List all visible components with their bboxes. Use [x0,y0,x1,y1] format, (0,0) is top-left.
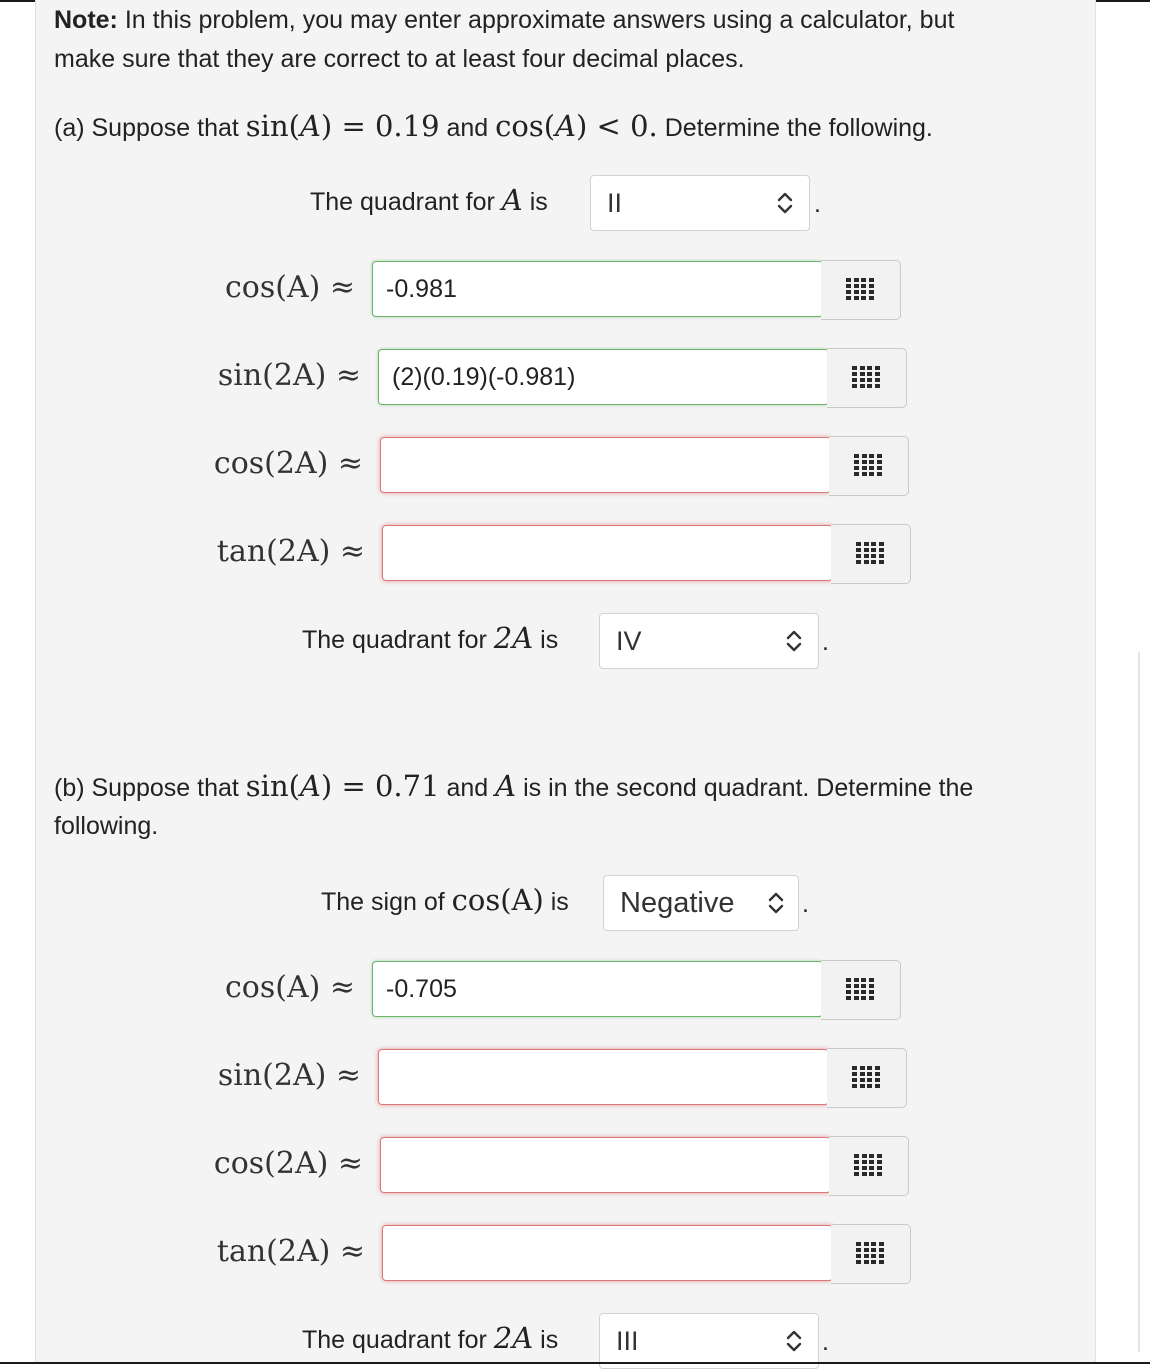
part-a-sin-2a-label: sin(2A) ≈ [217,358,361,393]
note-line-1: Note: In this problem, you may enter app… [54,0,954,40]
select-value: IV [616,626,642,656]
part-a-tan-2a-input[interactable] [382,525,833,581]
part-a-cos-cond: ) < 0. [576,109,658,143]
keypad-grid-icon [846,278,874,301]
period: . [802,890,809,918]
part-b-tan-2a-palette-button[interactable] [831,1224,911,1284]
part-a-sin: sin( [245,109,300,143]
part-a-quadrant-label: The quadrant for A is [310,180,548,222]
part-b-cos-2a-input[interactable] [380,1137,831,1193]
part-b-prompt-line-1: (b) Suppose that sin(A) = 0.71 and A is … [54,766,973,808]
note-text-1: In this problem, you may enter approxima… [124,6,955,34]
part-a-quadrant2-label: The quadrant for 2A is [302,618,558,660]
keypad-grid-icon [856,1242,884,1265]
keypad-grid-icon [846,978,874,1001]
part-b-and: and [446,774,489,802]
quadrant-var: A [501,183,523,217]
part-a-cos: cos( [495,109,556,143]
part-b-sin-2a-input[interactable] [378,1049,829,1105]
is-text: is [540,626,559,654]
part-b-cos-a-label: cos(A) ≈ [224,970,355,1005]
part-b-cos-2a-palette-button[interactable] [829,1136,909,1196]
part-a-cos-2a-palette-button[interactable] [829,436,909,496]
period: . [822,628,829,656]
part-a-cos-2a-label: cos(2A) ≈ [213,446,363,481]
part-b-sin-2a-label: sin(2A) ≈ [217,1058,361,1093]
select-value: III [616,1326,639,1356]
is-text: is [550,888,569,916]
part-a-cos-2a-input[interactable] [380,437,831,493]
part-a-quadrant-select[interactable]: II [590,175,810,231]
keypad-grid-icon [856,542,884,565]
quadrant-var: 2A [493,621,534,655]
select-value: II [607,188,623,218]
part-b-sin-2a-palette-button[interactable] [827,1048,907,1108]
part-a-sin-2a-palette-button[interactable] [827,348,907,408]
part-a-sin-value: ) = 0.19 [320,109,440,143]
part-a-tan-2a-palette-button[interactable] [831,524,911,584]
part-a-sin-2a-input[interactable]: (2)(0.19)(-0.981) [378,349,829,405]
note-label: Note: [54,6,118,34]
part-b-cos-a-palette-button[interactable] [821,960,901,1020]
part-b-sign-select[interactable]: Negative [603,875,799,931]
is-text: is [529,188,548,216]
part-b-prompt-line-2: following. [54,812,159,840]
part-a-var: A [299,109,321,143]
quadrant-label-text: The quadrant for [302,626,487,654]
part-a-cos-a-label: cos(A) ≈ [224,270,355,305]
part-a-quadrant2-select[interactable]: IV [599,613,819,669]
up-down-chevron-icon [786,630,802,652]
part-a-cos-a-input[interactable]: -0.981 [372,261,823,317]
part-a-suffix: Determine the following. [664,114,933,142]
up-down-chevron-icon [777,192,793,214]
note-line-2: make sure that they are correct to at le… [54,45,745,73]
part-a-and: and [446,114,489,142]
sign-label-text: The sign of [321,888,445,916]
period: . [822,1328,829,1356]
quadrant-var: 2A [493,1321,534,1355]
part-b-quadrant-label: The quadrant for 2A is [302,1318,558,1360]
up-down-chevron-icon [786,1330,802,1352]
part-b-sin: sin( [245,769,300,803]
part-b-tan-2a-label: tan(2A) ≈ [216,1234,365,1269]
part-a-var-2: A [555,109,577,143]
keypad-grid-icon [854,1154,882,1177]
part-b-var: A [299,769,321,803]
part-b-mid: is in the second quadrant. Determine the [523,774,974,802]
quadrant-label-text: The quadrant for [310,188,495,216]
keypad-grid-icon [852,366,880,389]
scrollbar-track[interactable] [1138,652,1140,1352]
part-b-cos-a-input[interactable]: -0.705 [372,961,823,1017]
keypad-grid-icon [852,1066,880,1089]
up-down-chevron-icon [768,892,784,914]
part-b-prefix: (b) Suppose that [54,774,239,802]
part-a-prompt: (a) Suppose that sin(A) = 0.19 and cos(A… [54,106,933,148]
period: . [814,190,821,218]
part-b-sin-value: ) = 0.71 [320,769,440,803]
keypad-grid-icon [854,454,882,477]
select-value: Negative [620,887,735,919]
part-b-var-2: A [495,769,517,803]
part-a-prefix: (a) Suppose that [54,114,239,142]
part-b-quadrant-select[interactable]: III [599,1313,819,1369]
sign-expr: cos(A) [451,883,544,917]
part-b-sign-label: The sign of cos(A) is [321,880,569,922]
part-b-tan-2a-input[interactable] [382,1225,833,1281]
part-a-tan-2a-label: tan(2A) ≈ [216,534,365,569]
part-a-cos-a-palette-button[interactable] [821,260,901,320]
quadrant-label-text: The quadrant for [302,1326,487,1354]
is-text: is [540,1326,559,1354]
part-b-cos-2a-label: cos(2A) ≈ [213,1146,363,1181]
